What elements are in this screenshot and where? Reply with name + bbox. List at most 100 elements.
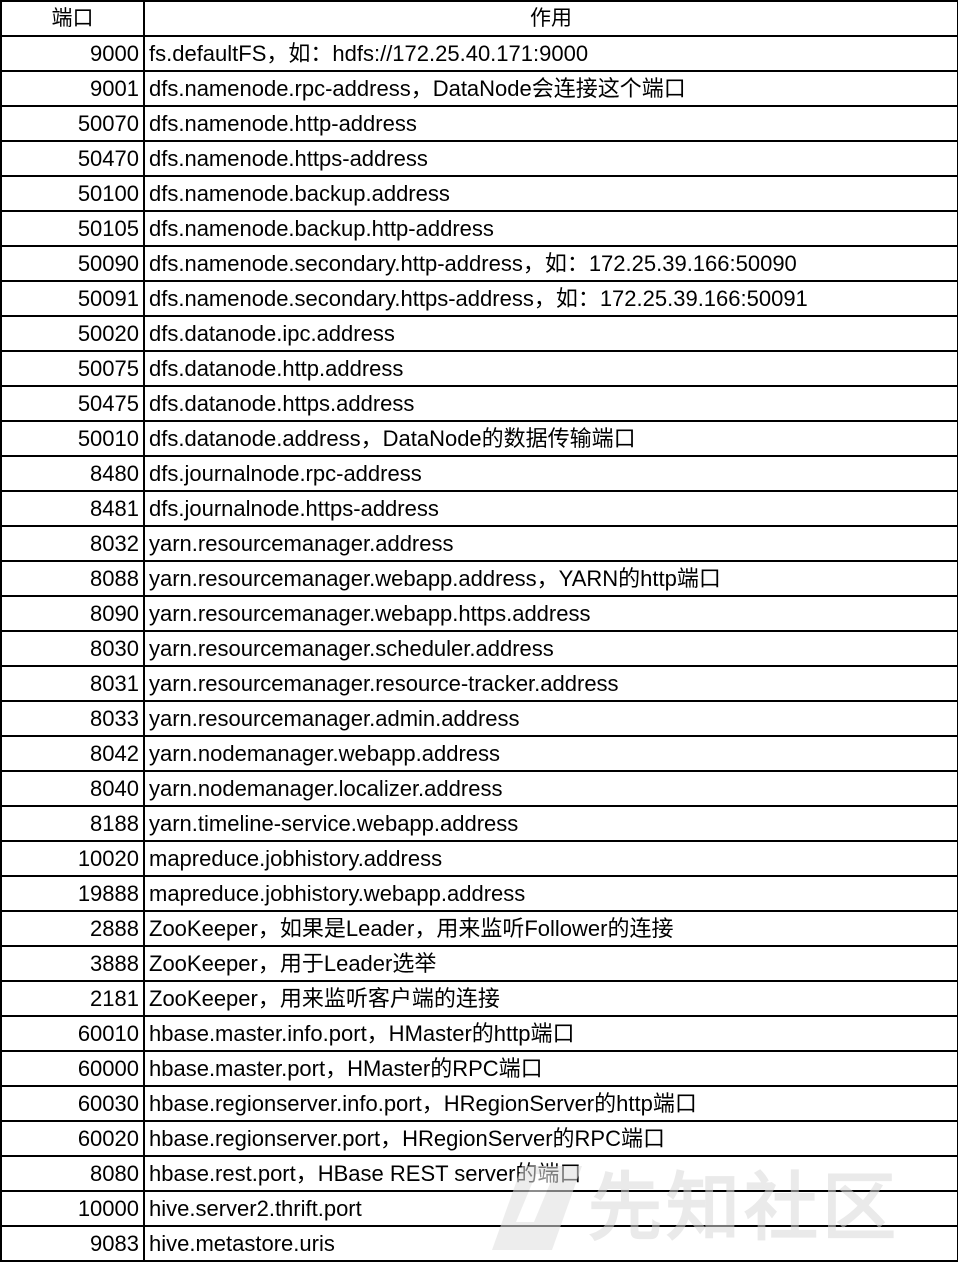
port-cell: 8080 [1,1156,145,1192]
table-row: 19888 mapreduce.jobhistory.webapp.address [1,876,958,912]
table-row: 8040 yarn.nodemanager.localizer.address [1,771,958,807]
port-cell: 2888 [1,911,145,947]
table-body: 9000 fs.defaultFS，如：hdfs://172.25.40.171:… [1,36,958,1262]
table-row: 50090 dfs.namenode.secondary.http-address… [1,246,958,282]
table-row: 60010 hbase.master.info.port，HMaster的http… [1,1016,958,1052]
table-row: 10000 hive.server2.thrift.port [1,1191,958,1227]
table-row: 50020 dfs.datanode.ipc.address [1,316,958,352]
port-cell: 50091 [1,281,145,317]
port-cell: 50090 [1,246,145,282]
usage-cell: dfs.datanode.address，DataNode的数据传输端口 [144,421,958,457]
table-row: 8032 yarn.resourcemanager.address [1,526,958,562]
usage-cell: yarn.resourcemanager.webapp.https.addres… [144,596,958,632]
usage-cell: dfs.namenode.backup.address [144,176,958,212]
table-header: 端口 作用 [1,1,958,37]
table-row: 8481 dfs.journalnode.https-address [1,491,958,527]
port-cell: 2181 [1,981,145,1017]
port-cell: 9000 [1,36,145,72]
usage-cell: yarn.nodemanager.localizer.address [144,771,958,807]
port-cell: 50100 [1,176,145,212]
port-cell: 50075 [1,351,145,387]
port-cell: 8040 [1,771,145,807]
usage-cell: ZooKeeper，用于Leader选举 [144,946,958,982]
port-cell: 8480 [1,456,145,492]
table-row: 2181 ZooKeeper，用来监听客户端的连接 [1,981,958,1017]
usage-cell: hbase.master.info.port，HMaster的http端口 [144,1016,958,1052]
usage-cell: dfs.journalnode.rpc-address [144,456,958,492]
table-row: 60030 hbase.regionserver.info.port，HRegio… [1,1086,958,1122]
usage-cell: ZooKeeper，如果是Leader，用来监听Follower的连接 [144,911,958,947]
usage-cell: yarn.timeline-service.webapp.address [144,806,958,842]
table-row: 9000 fs.defaultFS，如：hdfs://172.25.40.171:… [1,36,958,72]
usage-cell: hbase.master.port，HMaster的RPC端口 [144,1051,958,1087]
port-table: 端口 作用 9000 fs.defaultFS，如：hdfs://172.25.4… [0,0,958,1262]
header-row: 端口 作用 [1,1,958,37]
usage-cell: dfs.namenode.https-address [144,141,958,177]
table-row: 8080 hbase.rest.port，HBase REST server的端口 [1,1156,958,1192]
table-row: 50091 dfs.namenode.secondary.https-addres… [1,281,958,317]
usage-cell: dfs.namenode.secondary.http-address，如：17… [144,246,958,282]
table-row: 60000 hbase.master.port，HMaster的RPC端口 [1,1051,958,1087]
port-cell: 60000 [1,1051,145,1087]
table-row: 50010 dfs.datanode.address，DataNode的数据传输端… [1,421,958,457]
table-row: 50075 dfs.datanode.http.address [1,351,958,387]
port-cell: 8032 [1,526,145,562]
usage-cell: mapreduce.jobhistory.webapp.address [144,876,958,912]
table-row: 50105 dfs.namenode.backup.http-address [1,211,958,247]
usage-cell: dfs.journalnode.https-address [144,491,958,527]
port-cell: 60030 [1,1086,145,1122]
table-row: 9001 dfs.namenode.rpc-address，DataNode会连接… [1,71,958,107]
usage-cell: hbase.regionserver.info.port，HRegionServ… [144,1086,958,1122]
port-cell: 8033 [1,701,145,737]
header-use: 作用 [144,1,958,37]
table-row: 50470 dfs.namenode.https-address [1,141,958,177]
port-cell: 50105 [1,211,145,247]
port-cell: 8030 [1,631,145,667]
table-row: 10020 mapreduce.jobhistory.address [1,841,958,877]
port-cell: 8090 [1,596,145,632]
port-cell: 8088 [1,561,145,597]
usage-cell: dfs.namenode.rpc-address，DataNode会连接这个端口 [144,71,958,107]
port-cell: 9001 [1,71,145,107]
table-row: 8480 dfs.journalnode.rpc-address [1,456,958,492]
usage-cell: ZooKeeper，用来监听客户端的连接 [144,981,958,1017]
usage-cell: dfs.datanode.http.address [144,351,958,387]
port-cell: 10020 [1,841,145,877]
port-cell: 10000 [1,1191,145,1227]
usage-cell: dfs.datanode.https.address [144,386,958,422]
port-cell: 3888 [1,946,145,982]
usage-cell: dfs.namenode.secondary.https-address，如：1… [144,281,958,317]
port-cell: 19888 [1,876,145,912]
header-port: 端口 [1,1,145,37]
usage-cell: hive.server2.thrift.port [144,1191,958,1227]
usage-cell: hbase.regionserver.port，HRegionServer的RP… [144,1121,958,1157]
usage-cell: yarn.resourcemanager.admin.address [144,701,958,737]
usage-cell: dfs.namenode.backup.http-address [144,211,958,247]
port-cell: 8031 [1,666,145,702]
usage-cell: dfs.datanode.ipc.address [144,316,958,352]
table-row: 2888 ZooKeeper，如果是Leader，用来监听Follower的连接 [1,911,958,947]
table-row: 8090 yarn.resourcemanager.webapp.https.ad… [1,596,958,632]
port-cell: 8188 [1,806,145,842]
port-cell: 50470 [1,141,145,177]
port-cell: 50070 [1,106,145,142]
port-cell: 8042 [1,736,145,772]
table-row: 3888 ZooKeeper，用于Leader选举 [1,946,958,982]
port-cell: 50020 [1,316,145,352]
port-cell: 60010 [1,1016,145,1052]
table-row: 50070 dfs.namenode.http-address [1,106,958,142]
table-row: 8030 yarn.resourcemanager.scheduler.addre… [1,631,958,667]
table-row: 8031 yarn.resourcemanager.resource-tracke… [1,666,958,702]
table-row: 50100 dfs.namenode.backup.address [1,176,958,212]
usage-cell: yarn.resourcemanager.scheduler.address [144,631,958,667]
port-cell: 50475 [1,386,145,422]
table-row: 9083 hive.metastore.uris [1,1226,958,1262]
table-row: 60020 hbase.regionserver.port，HRegionServ… [1,1121,958,1157]
usage-cell: hive.metastore.uris [144,1226,958,1262]
port-cell: 60020 [1,1121,145,1157]
usage-cell: hbase.rest.port，HBase REST server的端口 [144,1156,958,1192]
usage-cell: yarn.resourcemanager.resource-tracker.ad… [144,666,958,702]
port-cell: 50010 [1,421,145,457]
usage-cell: yarn.resourcemanager.webapp.address，YARN… [144,561,958,597]
usage-cell: dfs.namenode.http-address [144,106,958,142]
